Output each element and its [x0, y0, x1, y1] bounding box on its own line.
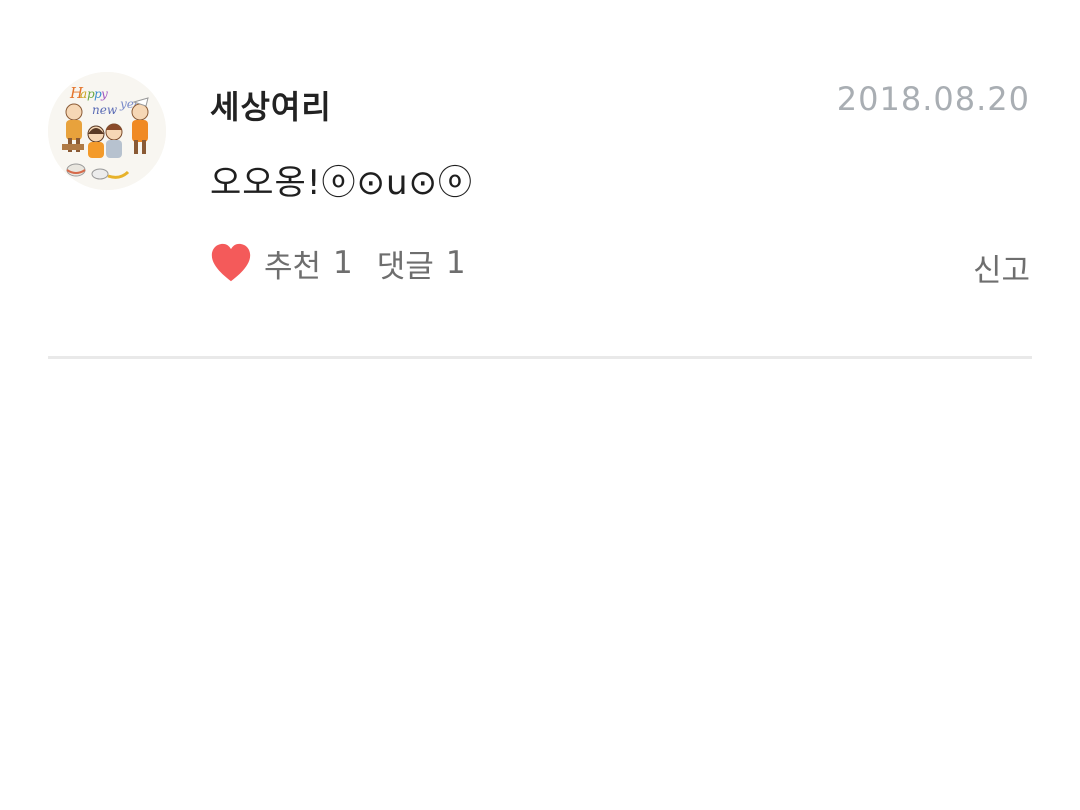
like-count: 1	[333, 245, 353, 281]
comment-item: H a p p y new year 세상여리 2018.08.20 오오옹!ⓞ…	[0, 0, 1080, 360]
svg-text:new: new	[92, 103, 118, 117]
author-name[interactable]: 세상여리	[210, 82, 332, 128]
avatar-illustration: H a p p y new year	[48, 72, 166, 190]
avatar[interactable]: H a p p y new year	[48, 72, 166, 190]
heart-icon[interactable]	[208, 240, 254, 286]
svg-text:y: y	[100, 87, 108, 101]
comment-date: 2018.08.20	[836, 80, 1030, 118]
reply-button[interactable]: 댓글 1	[377, 241, 466, 286]
report-button[interactable]: 신고	[973, 245, 1030, 290]
like-label[interactable]: 추천	[264, 241, 321, 286]
reply-label[interactable]: 댓글	[377, 241, 434, 286]
divider	[48, 356, 1032, 359]
reply-count: 1	[445, 245, 466, 281]
comment-text: 오오옹!ⓞ⊙u⊙ⓞ	[210, 163, 473, 203]
comment-actions: 추천 1 댓글 1	[208, 238, 466, 288]
